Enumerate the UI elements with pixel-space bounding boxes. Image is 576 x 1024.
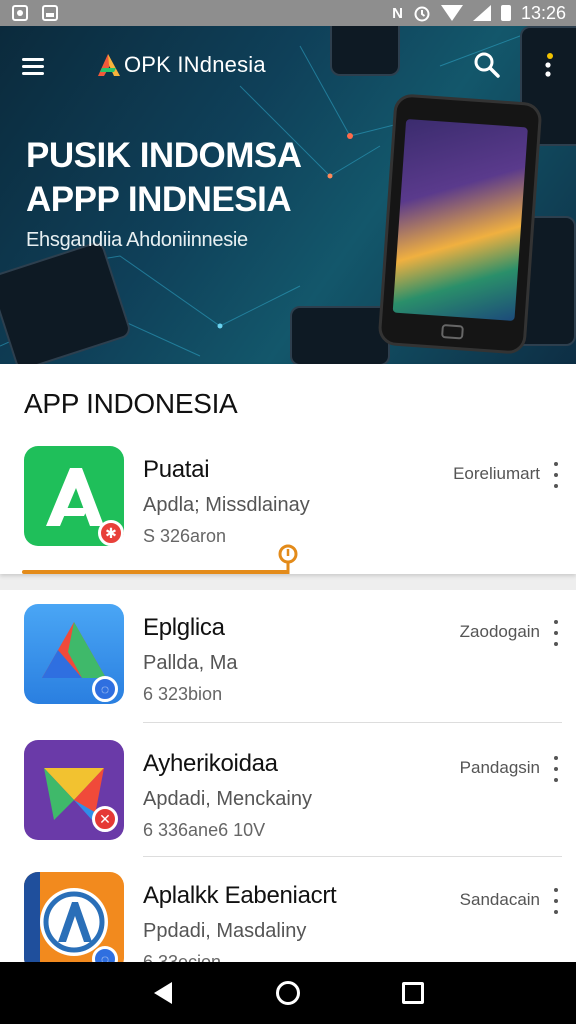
- app-more-button[interactable]: [550, 462, 562, 488]
- more-vert-icon: [545, 53, 553, 77]
- app-size: S 326aron: [143, 526, 227, 546]
- phone-home-button: [441, 323, 464, 340]
- phone-screen: [392, 118, 528, 322]
- app-category: Apdadi, Menckainy: [143, 788, 312, 810]
- app-size: 6 323bion: [143, 684, 223, 704]
- document-icon: [12, 5, 28, 21]
- clock: 13:26: [520, 2, 566, 23]
- app-more-button[interactable]: [550, 756, 562, 782]
- search-icon: [474, 52, 500, 78]
- app-action-label[interactable]: Pandagsin: [460, 758, 540, 778]
- status-bar: N 13:26: [0, 0, 576, 26]
- recents-icon: [402, 982, 425, 1004]
- status-right: N 13:26: [392, 3, 566, 24]
- hero-title: PUSIK INDOMSA APPP INDNESIA: [26, 134, 302, 222]
- featured-app-card: APP INDONESIA ✱ Puatai Apdla; Missdlaina…: [0, 364, 576, 574]
- app-category: Apdla; Missdlainay: [143, 494, 310, 516]
- app-more-button[interactable]: [550, 888, 562, 914]
- app-name: Puatai: [143, 456, 210, 483]
- app-more-button[interactable]: [550, 620, 562, 646]
- download-progress-bar: [22, 570, 288, 574]
- app-list: ◌ Eplglica Pallda, Ma 6 323bion Zaodogai…: [0, 590, 576, 962]
- list-divider: [143, 856, 562, 857]
- alarm-icon: [414, 6, 430, 22]
- home-icon: [275, 981, 300, 1005]
- battery-icon: [500, 5, 511, 21]
- red-x-badge: ✕: [92, 806, 118, 832]
- section-title: APP INDONESIA: [24, 388, 238, 419]
- red-plus-badge: ✱: [98, 520, 124, 546]
- hamburger-icon: [22, 58, 44, 61]
- app-list-item[interactable]: ◌ Eplglica Pallda, Ma 6 323bion Zaodogai…: [0, 604, 576, 724]
- progress-marker-icon[interactable]: [278, 544, 298, 576]
- back-icon: [153, 982, 172, 1004]
- hero-banner: OPK INdnesia PUSIK INDOMSA APPP INDNESIA…: [0, 26, 576, 364]
- app-action-label[interactable]: Sandacain: [460, 890, 540, 910]
- app-bar: OPK INdnesia: [0, 42, 576, 92]
- app-action-label[interactable]: Eoreliumart: [453, 464, 540, 484]
- status-left: [12, 5, 58, 21]
- blue-badge: ◌: [92, 676, 118, 702]
- background-device: [290, 306, 390, 364]
- wifi-icon: [440, 5, 463, 21]
- menu-button[interactable]: [22, 54, 48, 78]
- home-button[interactable]: [274, 979, 302, 1007]
- hero-subtitle: Ehsgandiia Ahdoniinnesie: [26, 229, 248, 251]
- app-size: 6 336ane6 10V: [143, 820, 266, 840]
- app-name: Ayherikoidaa: [143, 750, 278, 777]
- app-size: 6 33ecion: [143, 952, 222, 962]
- app-action-label[interactable]: Zaodogain: [460, 622, 540, 642]
- list-divider: [143, 722, 562, 723]
- hero-title-line-2: APPP INDNESIA: [26, 180, 292, 219]
- featured-phone-image: [377, 93, 543, 355]
- system-nav-bar: [0, 962, 576, 1024]
- logo-text: OPK INdnesia: [124, 52, 266, 77]
- signal-icon: [472, 5, 491, 21]
- network-type-label: N: [392, 4, 403, 22]
- logo-mark-icon: [98, 54, 120, 76]
- app-logo[interactable]: OPK INdnesia: [96, 50, 266, 80]
- app-name: Eplglica: [143, 614, 225, 641]
- app-name: Aplalkk Eabeniacrt: [143, 882, 337, 909]
- app-list-item[interactable]: ◌ Aplalkk Eabeniacrt Ppdadi, Masdaliny 6…: [0, 872, 576, 962]
- recents-button[interactable]: [399, 979, 427, 1007]
- app-list-item[interactable]: ✕ Ayherikoidaa Apdadi, Menckainy 6 336an…: [0, 740, 576, 860]
- overflow-menu-button[interactable]: [538, 52, 558, 80]
- hero-title-line-1: PUSIK INDOMSA: [26, 136, 302, 175]
- search-button[interactable]: [472, 50, 502, 80]
- back-button[interactable]: [149, 979, 177, 1007]
- app-category: Ppdadi, Masdaliny: [143, 920, 307, 942]
- app-category: Pallda, Ma: [143, 652, 238, 674]
- image-icon: [42, 5, 58, 21]
